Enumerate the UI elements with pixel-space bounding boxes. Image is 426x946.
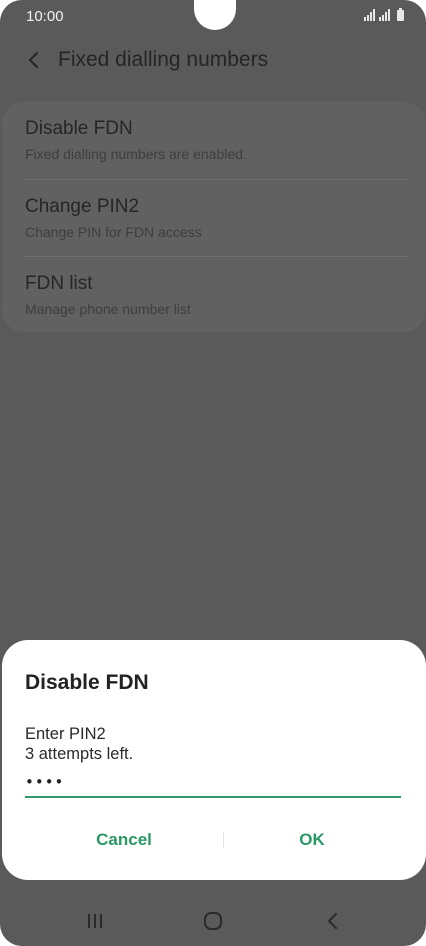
status-bar: 10:00: [0, 0, 426, 32]
setting-subtitle: Change PIN for FDN access: [25, 224, 202, 240]
navigation-bar: [0, 894, 426, 946]
recents-icon[interactable]: [84, 912, 106, 930]
setting-title: Disable FDN: [25, 118, 133, 139]
app-bar: Fixed dialling numbers: [0, 40, 426, 80]
setting-disable-fdn[interactable]: Disable FDN Fixed dialling numbers are e…: [24, 102, 408, 179]
setting-title: Change PIN2: [25, 196, 140, 217]
phone-screen: 10:00 Fixed dialling numbers Disable FDN…: [0, 0, 426, 946]
status-time: 10:00: [26, 8, 64, 25]
dialog-title: Disable FDN: [25, 671, 149, 694]
signal-icon: [364, 9, 375, 21]
home-icon[interactable]: [202, 910, 224, 932]
page-title: Fixed dialling numbers: [58, 48, 269, 71]
setting-subtitle: Manage phone number list: [25, 301, 191, 317]
back-icon[interactable]: [322, 910, 344, 932]
dialog-message-line1: Enter PIN2: [25, 725, 106, 743]
setting-change-pin2[interactable]: Change PIN2 Change PIN for FDN access: [24, 180, 408, 257]
setting-subtitle: Fixed dialling numbers are enabled.: [25, 146, 247, 162]
ok-button[interactable]: OK: [252, 828, 372, 852]
cancel-button[interactable]: Cancel: [64, 828, 184, 852]
dialog-message: Enter PIN2 3 attempts left.: [25, 724, 133, 764]
battery-icon: [397, 8, 404, 21]
chevron-left-icon[interactable]: [22, 48, 46, 72]
dialog-message-line2: 3 attempts left.: [25, 745, 134, 763]
status-icons: [364, 8, 404, 21]
signal-icon: [379, 9, 390, 21]
disable-fdn-dialog: Disable FDN Enter PIN2 3 attempts left. …: [2, 640, 426, 880]
setting-fdn-list[interactable]: FDN list Manage phone number list: [24, 257, 408, 334]
settings-list: Disable FDN Fixed dialling numbers are e…: [2, 102, 426, 332]
pin2-input[interactable]: [25, 768, 401, 798]
setting-title: FDN list: [25, 273, 93, 294]
button-divider: [223, 832, 224, 848]
